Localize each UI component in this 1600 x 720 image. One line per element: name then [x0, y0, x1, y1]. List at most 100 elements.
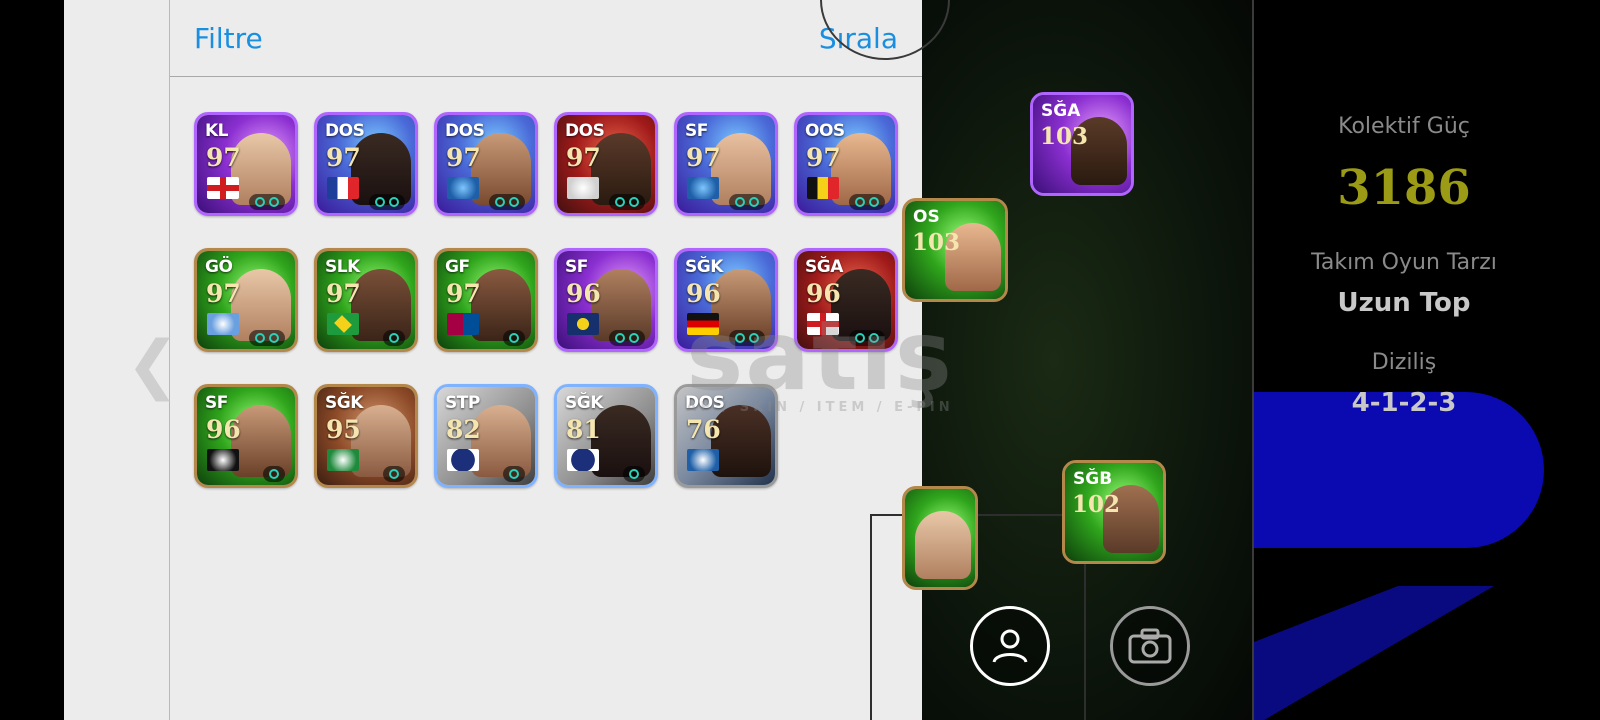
player-card[interactable]: SĞK 81	[554, 384, 658, 488]
player-card[interactable]: DOS 97	[314, 112, 418, 216]
team-stats-panel: Kolektif Güç 3186 Takım Oyun Tarzı Uzun …	[1254, 0, 1600, 720]
card-rating: 97	[806, 143, 841, 172]
player-card[interactable]: STP 82	[434, 384, 538, 488]
player-card[interactable]: SF 96	[194, 384, 298, 488]
card-position: SĞB	[1073, 469, 1113, 489]
formation-label: Diziliş	[1371, 350, 1437, 375]
card-rating: 96	[206, 415, 241, 444]
profile-button[interactable]	[970, 606, 1050, 686]
card-position: SĞK	[565, 393, 603, 413]
card-position: SĞK	[325, 393, 363, 413]
card-position: STP	[445, 393, 480, 413]
panel-header: Filtre Sırala	[170, 0, 922, 77]
card-rating: 96	[686, 279, 721, 308]
pitch-player-card[interactable]: SĞB 102	[1062, 460, 1166, 564]
nation-flag-icon	[327, 177, 359, 199]
pitch-player-card[interactable]: SĞA 103	[1030, 92, 1134, 196]
club-crest-icon	[327, 449, 359, 471]
skill-icons	[263, 466, 285, 482]
club-crest-icon	[447, 177, 479, 199]
skill-icons	[609, 194, 645, 210]
card-rating: 82	[446, 415, 481, 444]
player-card[interactable]: GÖ 97	[194, 248, 298, 352]
team-power-value: 3186	[1337, 160, 1471, 216]
card-position: SLK	[325, 257, 360, 277]
player-card[interactable]: SĞK 96	[674, 248, 778, 352]
card-position: DOS	[445, 121, 485, 141]
player-card[interactable]: SĞA 96	[794, 248, 898, 352]
card-position: SĞK	[685, 257, 723, 277]
player-card[interactable]: SĞK 95	[314, 384, 418, 488]
player-card[interactable]: DOS 76	[674, 384, 778, 488]
skill-icons	[249, 194, 285, 210]
club-crest-icon	[567, 449, 599, 471]
card-position: SF	[565, 257, 588, 277]
card-rating: 96	[566, 279, 601, 308]
decor-wedge	[1254, 586, 1494, 720]
formation-value: 4-1-2-3	[1351, 388, 1457, 418]
card-rating: 97	[206, 279, 241, 308]
nation-flag-icon	[687, 313, 719, 335]
skill-icons	[729, 194, 765, 210]
player-card[interactable]: SF 96	[554, 248, 658, 352]
card-rating: 95	[326, 415, 361, 444]
card-rating: 97	[446, 143, 481, 172]
camera-icon	[1128, 628, 1172, 664]
player-card[interactable]: SLK 97	[314, 248, 418, 352]
skill-icons	[383, 330, 405, 346]
club-crest-icon	[567, 313, 599, 335]
card-position: GF	[445, 257, 470, 277]
camera-button[interactable]	[1110, 606, 1190, 686]
card-rating: 97	[686, 143, 721, 172]
card-rating: 102	[1072, 491, 1121, 518]
card-position: OOS	[805, 121, 845, 141]
nation-flag-icon	[807, 313, 839, 335]
club-crest-icon	[447, 449, 479, 471]
skill-icons	[369, 194, 405, 210]
skill-icons	[849, 194, 885, 210]
pitch-player-card[interactable]	[902, 486, 978, 590]
filter-button[interactable]: Filtre	[194, 22, 263, 55]
user-icon	[992, 629, 1028, 663]
club-crest-icon	[447, 313, 479, 335]
card-position: SF	[205, 393, 228, 413]
skill-icons	[249, 330, 285, 346]
player-card[interactable]: DOS 97	[554, 112, 658, 216]
club-crest-icon	[687, 449, 719, 471]
skill-icons	[729, 330, 765, 346]
player-card[interactable]: SF 97	[674, 112, 778, 216]
club-crest-icon	[207, 449, 239, 471]
team-power-label: Kolektif Güç	[1338, 114, 1470, 139]
back-chevron-icon[interactable]: ❮	[126, 330, 180, 400]
player-card[interactable]: KL 97	[194, 112, 298, 216]
nation-flag-icon	[207, 177, 239, 199]
card-position: GÖ	[205, 257, 233, 277]
card-position: OS	[913, 207, 940, 227]
skill-icons	[503, 466, 525, 482]
card-rating: 96	[806, 279, 841, 308]
pitch-player-card[interactable]: OS 103	[902, 198, 1008, 302]
screen: ❮ Filtre Sırala KL 97 DOS 97 DOS 97 DOS …	[0, 0, 1600, 720]
card-position: SĞA	[1041, 101, 1081, 121]
card-rating: 76	[686, 415, 721, 444]
player-card[interactable]: OOS 97	[794, 112, 898, 216]
play-style-label: Takım Oyun Tarzı	[1311, 250, 1497, 275]
card-rating: 97	[206, 143, 241, 172]
player-list-panel: Filtre Sırala KL 97 DOS 97 DOS 97 DOS 97…	[170, 0, 922, 720]
skill-icons	[383, 466, 405, 482]
card-position: SĞA	[805, 257, 843, 277]
player-card[interactable]: DOS 97	[434, 112, 538, 216]
nation-flag-icon	[807, 177, 839, 199]
skill-icons	[489, 194, 525, 210]
skill-icons	[623, 466, 645, 482]
play-style-value: Uzun Top	[1337, 288, 1471, 318]
nation-flag-icon	[327, 313, 359, 335]
card-rating: 103	[912, 229, 961, 256]
club-crest-icon	[687, 177, 719, 199]
player-card[interactable]: GF 97	[434, 248, 538, 352]
card-position: DOS	[685, 393, 725, 413]
player-portrait	[915, 511, 971, 579]
skill-icons	[849, 330, 885, 346]
card-position: DOS	[325, 121, 365, 141]
club-crest-icon	[567, 177, 599, 199]
